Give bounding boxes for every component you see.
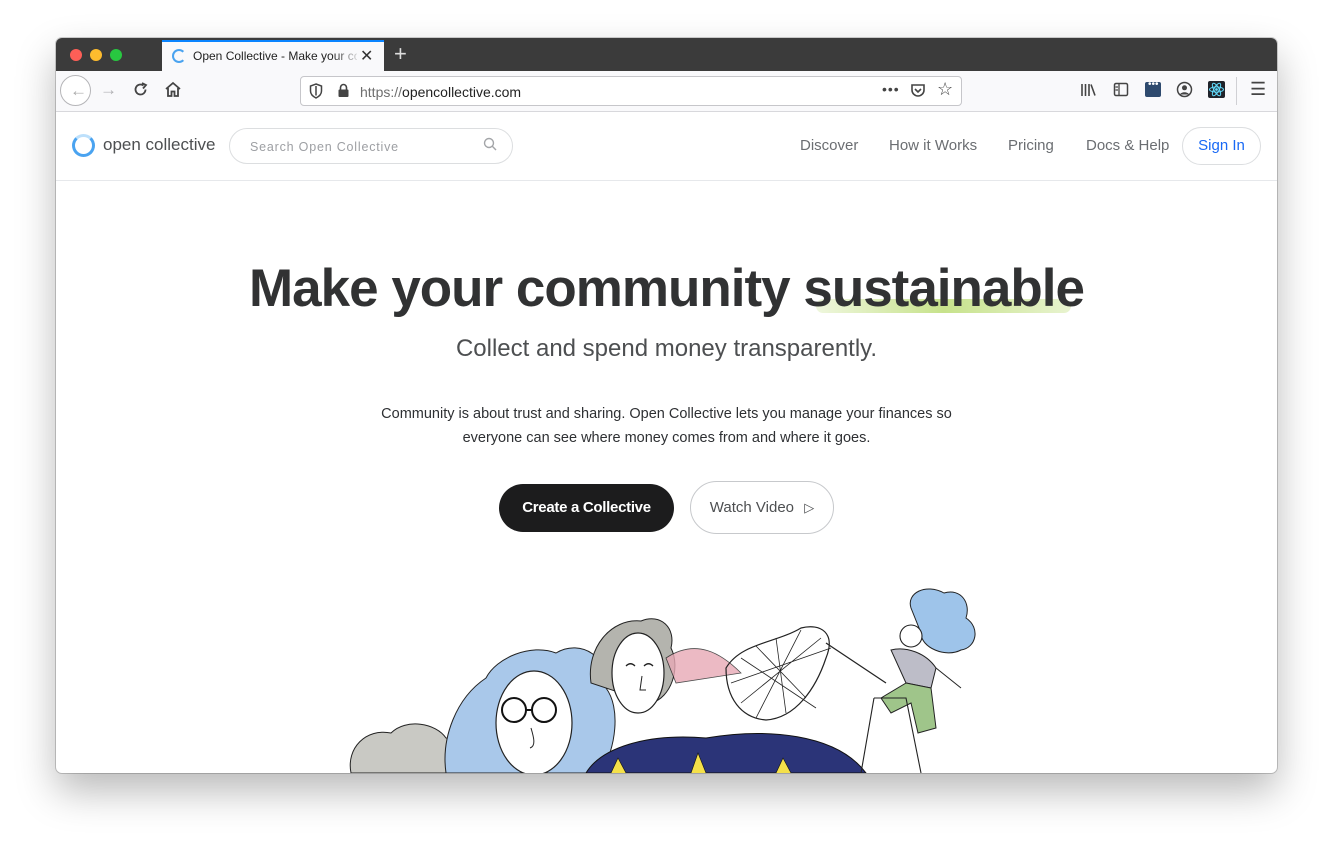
nav-pricing[interactable]: Pricing <box>1008 137 1054 154</box>
close-window-button[interactable] <box>70 49 82 61</box>
title-bar: Open Collective - Make your community su… <box>56 38 1277 71</box>
hero-description: Community is about trust and sharing. Op… <box>381 406 952 446</box>
search-icon[interactable] <box>483 137 497 151</box>
open-collective-favicon-icon <box>172 49 186 63</box>
tab-close-icon[interactable]: ✕ <box>360 46 373 66</box>
url-text: https://opencollective.com <box>360 84 522 100</box>
back-button[interactable]: ← <box>60 75 91 106</box>
logo-text[interactable]: open collective <box>103 135 215 155</box>
new-tab-button[interactable]: + <box>394 41 407 67</box>
watch-video-label: Watch Video <box>709 499 795 516</box>
bookmark-star-icon[interactable]: ☆ <box>937 79 953 100</box>
home-icon[interactable] <box>164 81 182 98</box>
lock-icon[interactable] <box>337 83 350 98</box>
back-arrow-icon: ← <box>70 81 87 100</box>
shield-icon[interactable] <box>309 83 323 99</box>
nav-how-it-works[interactable]: How it Works <box>889 137 977 154</box>
hero-title-highlight: sustainable <box>803 259 1085 318</box>
hamburger-menu-icon[interactable]: ☰ <box>1250 79 1266 100</box>
sign-in-button[interactable]: Sign In <box>1182 127 1261 165</box>
pocket-icon[interactable] <box>910 83 926 98</box>
nav-docs-help[interactable]: Docs & Help <box>1086 137 1169 154</box>
hero-illustration <box>349 588 976 773</box>
open-collective-logo-icon[interactable] <box>72 134 95 157</box>
maximize-window-button[interactable] <box>110 49 122 61</box>
play-icon: ▷ <box>804 500 815 515</box>
forward-arrow-icon[interactable]: → <box>100 80 117 100</box>
hero-title: Make your community sustainable <box>249 259 1085 318</box>
account-icon[interactable] <box>1176 81 1193 98</box>
library-icon[interactable] <box>1080 82 1097 97</box>
browser-window: Open Collective - Make your community su… <box>56 38 1277 773</box>
address-bar[interactable]: https://opencollective.com ••• ☆ <box>300 76 962 106</box>
page-actions-more-icon[interactable]: ••• <box>882 81 900 97</box>
extension-password-manager-icon[interactable]: ••• <box>1145 79 1161 97</box>
reload-icon[interactable] <box>132 81 149 98</box>
site-header: open collective Search Open Collective D… <box>56 112 1277 181</box>
browser-toolbar: ← → https://opencollective.com ••• ☆ •••… <box>56 71 1277 112</box>
hero-subtitle: Collect and spend money transparently. <box>455 335 878 362</box>
create-collective-button[interactable]: Create a Collective <box>499 484 674 532</box>
nav-discover[interactable]: Discover <box>800 137 858 154</box>
search-placeholder: Search Open Collective <box>250 140 399 154</box>
search-input[interactable]: Search Open Collective <box>229 128 513 164</box>
minimize-window-button[interactable] <box>90 49 102 61</box>
watch-video-button[interactable]: Watch Video ▷ <box>690 481 834 534</box>
react-devtools-icon[interactable] <box>1208 81 1225 98</box>
browser-tab-active[interactable]: Open Collective - Make your community su… <box>162 40 384 71</box>
sidebar-icon[interactable] <box>1113 82 1129 97</box>
